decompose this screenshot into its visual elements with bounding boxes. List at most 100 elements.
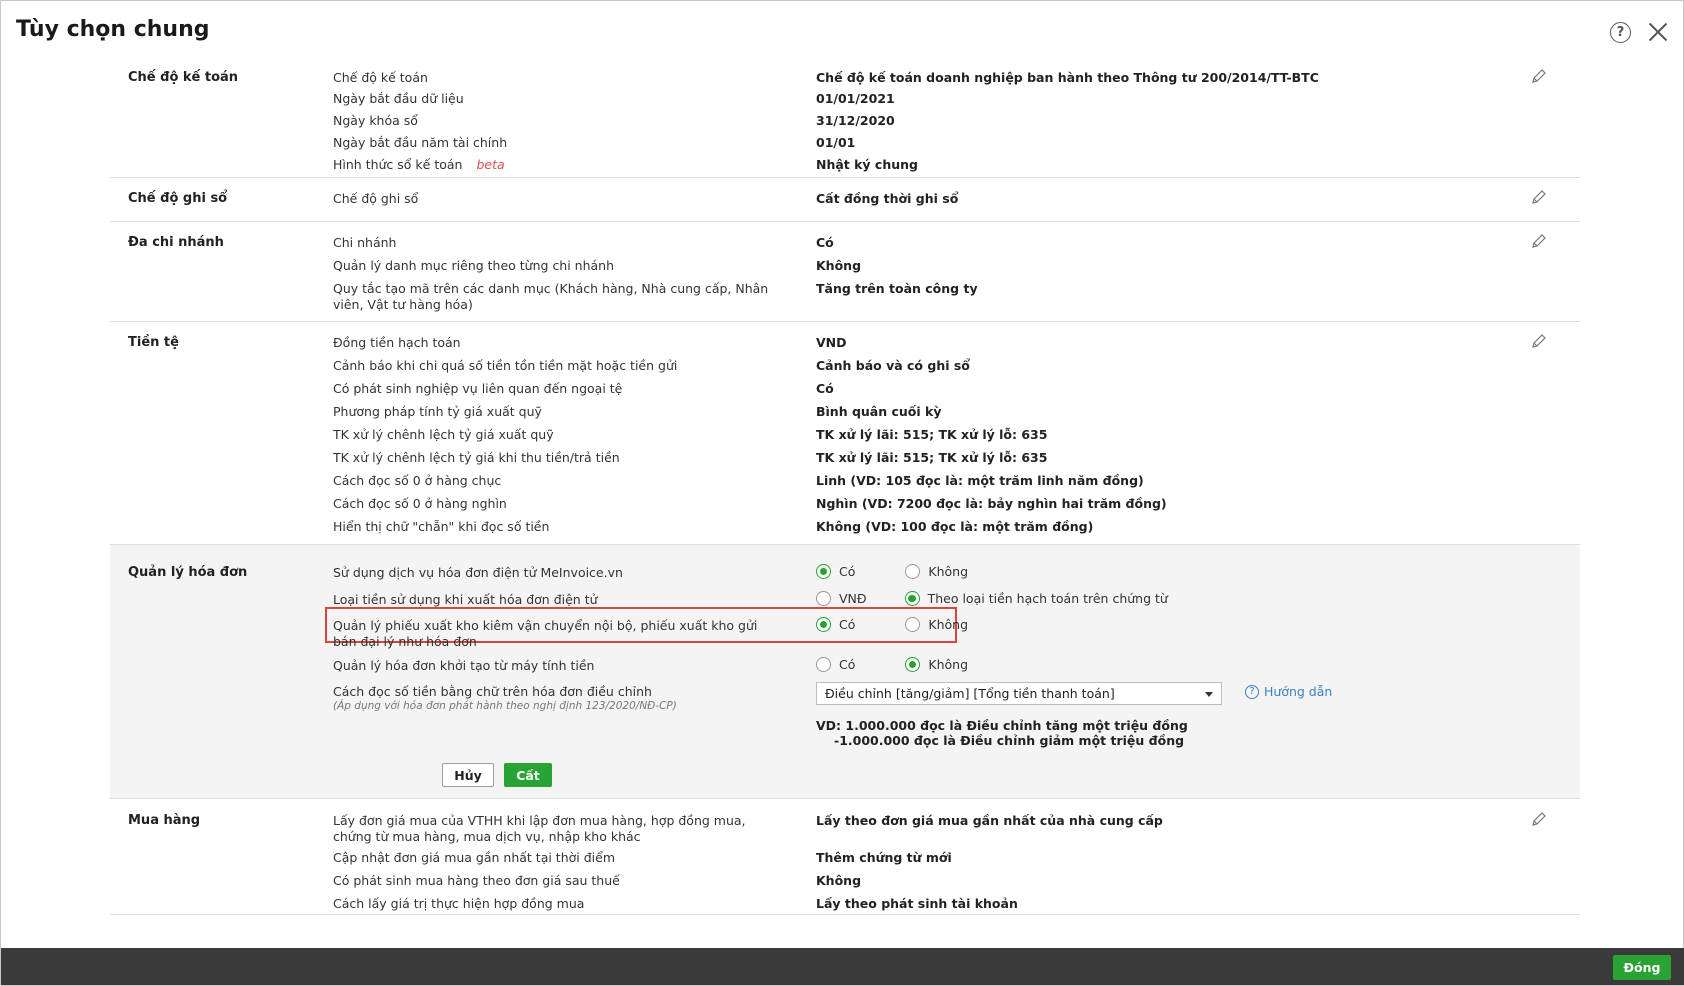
section-title: Đa chi nhánh [128, 235, 224, 250]
option-label: Hiển thị chữ "chẵn" khi đọc số tiền [333, 519, 550, 534]
pencil-icon[interactable] [1531, 233, 1547, 249]
option-label: Sử dụng dịch vụ hóa đơn điện tử MeInvoic… [333, 565, 623, 580]
section-title: Mua hàng [128, 813, 201, 828]
option-value: 01/01 [816, 135, 856, 150]
section-title: Quản lý hóa đơn [128, 565, 248, 580]
radio-button[interactable] [905, 617, 921, 632]
option-value: Lấy theo đơn giá mua gần nhất của nhà cu… [816, 813, 1163, 828]
radio-button[interactable] [816, 564, 831, 579]
option-value: TK xử lý lãi: 515; TK xử lý lỗ: 635 [816, 450, 1048, 465]
option-label: Cập nhật đơn giá mua gần nhất tại thời đ… [333, 850, 615, 865]
option-label: TK xử lý chênh lệch tỷ giá khi thu tiền/… [333, 450, 620, 465]
dialog-title: Tùy chọn chung [16, 17, 210, 42]
option-label: Cách đọc số tiền bằng chữ trên hóa đơn đ… [333, 684, 652, 699]
option-label: Có phát sinh mua hàng theo đơn giá sau t… [333, 873, 620, 888]
radio-label: Không [928, 657, 969, 672]
option-label: Ngày khóa sổ [333, 113, 418, 128]
radio-label: Có [839, 564, 856, 579]
radio-yes[interactable]: Có [816, 564, 855, 579]
option-value: 31/12/2020 [816, 113, 895, 128]
section-multi-branch: Đa chi nhánh Chi nhánh Có Quản lý danh m… [110, 222, 1580, 322]
option-value: TK xử lý lãi: 515; TK xử lý lỗ: 635 [816, 427, 1048, 442]
radio-button[interactable] [904, 591, 920, 606]
section-accounting-mode: Chế độ kế toán Chế độ kế toán Chế độ kế … [110, 63, 1580, 178]
radio-button[interactable] [816, 591, 831, 606]
option-value: Không [816, 258, 862, 273]
pencil-icon[interactable] [1531, 68, 1547, 84]
radio-no[interactable]: Không [905, 564, 968, 579]
radio-button[interactable] [905, 564, 921, 579]
help-icon[interactable]: ? [1610, 21, 1631, 43]
save-button[interactable]: Cất [504, 763, 552, 787]
guide-label: Hướng dẫn [1264, 684, 1333, 699]
radio-label: Không [928, 617, 969, 632]
options-content: Chế độ kế toán Chế độ kế toán Chế độ kế … [110, 63, 1580, 915]
option-value: Linh (VD: 105 đọc là: một trăm linh năm … [816, 473, 1144, 488]
option-value: Nghìn (VD: 7200 đọc là: bảy nghìn hai tr… [816, 496, 1167, 511]
radio-group-delivery-note: Có Không [816, 617, 998, 632]
option-value: Có [816, 235, 834, 250]
option-label: Quản lý hóa đơn khởi tạo từ máy tính tiề… [333, 658, 595, 673]
option-label: Ngày bắt đầu năm tài chính [333, 135, 508, 150]
option-value: VND [816, 335, 847, 350]
option-note: (Áp dụng với hóa đơn phát hành theo nghị… [333, 700, 677, 712]
radio-no[interactable]: Không [905, 617, 968, 632]
option-label: Ngày bắt đầu dữ liệu [333, 91, 464, 106]
radio-yes[interactable]: Có [816, 617, 855, 632]
option-label: Cách lấy giá trị thực hiện hợp đồng mua [333, 896, 585, 911]
radio-group-meinvoice: Có Không [816, 564, 998, 579]
option-label: Quy tắc tạo mã trên các danh mục (Khách … [333, 281, 769, 312]
option-value: Tăng trên toàn công ty [816, 281, 978, 296]
section-title: Chế độ kế toán [128, 70, 239, 85]
radio-accounting-currency[interactable]: Theo loại tiền hạch toán trên chứng từ [904, 591, 1168, 606]
example-line-1: VD: 1.000.000 đọc là Điều chỉnh tăng một… [816, 718, 1188, 733]
radio-label: Không [928, 564, 969, 579]
radio-vnd[interactable]: VNĐ [816, 591, 867, 606]
radio-button[interactable] [816, 617, 831, 632]
option-label: Lấy đơn giá mua của VTHH khi lập đơn mua… [333, 813, 746, 844]
section-purchasing: Mua hàng Lấy đơn giá mua của VTHH khi lậ… [110, 799, 1580, 915]
option-label: Đồng tiền hạch toán [333, 335, 461, 350]
pencil-icon[interactable] [1531, 333, 1547, 349]
radio-yes[interactable]: Có [816, 657, 855, 672]
guide-link[interactable]: ? Hướng dẫn [1245, 684, 1332, 699]
radio-label: Có [839, 617, 856, 632]
option-value: Bình quân cuối kỳ [816, 404, 942, 419]
cancel-button[interactable]: Hủy [442, 763, 494, 787]
option-label: Chế độ kế toán [333, 70, 428, 85]
radio-button[interactable] [816, 657, 831, 672]
radio-label: Theo loại tiền hạch toán trên chứng từ [927, 591, 1168, 606]
option-label: Cảnh báo khi chi quá số tiền tồn tiền mặ… [333, 358, 678, 373]
option-value: Lấy theo phát sinh tài khoản [816, 896, 1018, 911]
option-value: Cất đồng thời ghi sổ [816, 191, 959, 206]
close-icon[interactable] [1647, 21, 1669, 43]
option-value: Có [816, 381, 834, 396]
radio-button[interactable] [905, 657, 921, 672]
option-label: Quản lý phiếu xuất kho kiêm vận chuyển n… [333, 618, 758, 649]
pencil-icon[interactable] [1531, 811, 1547, 827]
pencil-icon[interactable] [1531, 189, 1547, 205]
option-value: 01/01/2021 [816, 91, 895, 106]
option-value: Cảnh báo và có ghi sổ [816, 358, 970, 373]
option-label: Cách đọc số 0 ở hàng nghìn [333, 496, 507, 511]
option-label: Quản lý danh mục riêng theo từng chi nhá… [333, 258, 615, 273]
section-title: Tiền tệ [128, 335, 179, 350]
chevron-down-icon [1205, 692, 1213, 697]
radio-label: VNĐ [839, 591, 867, 606]
option-label: Chế độ ghi sổ [333, 191, 419, 206]
option-value: Thêm chứng từ mới [816, 850, 952, 865]
option-label: Hình thức sổ kế toán [333, 157, 463, 172]
option-value: Chế độ kế toán doanh nghiệp ban hành the… [816, 70, 1319, 85]
section-currency: Tiền tệ Đồng tiền hạch toán VND Cảnh báo … [110, 322, 1580, 545]
beta-badge: beta [476, 157, 505, 172]
section-title: Chế độ ghi sổ [128, 191, 228, 206]
close-button[interactable]: Đóng [1613, 955, 1671, 980]
section-invoice-management: Quản lý hóa đơn Sử dụng dịch vụ hóa đơn … [110, 545, 1580, 799]
radio-group-cash-register: Có Không [816, 657, 998, 672]
radio-no[interactable]: Không [905, 657, 968, 672]
dialog-footer: Đóng [1, 948, 1684, 985]
amount-reading-select[interactable]: Điều chỉnh [tăng/giảm] [Tổng tiền thanh … [816, 682, 1222, 705]
option-label: Phương pháp tính tỷ giá xuất quỹ [333, 404, 542, 419]
example-line-2: -1.000.000 đọc là Điều chỉnh giảm một tr… [834, 733, 1185, 748]
option-label: Cách đọc số 0 ở hàng chục [333, 473, 502, 488]
